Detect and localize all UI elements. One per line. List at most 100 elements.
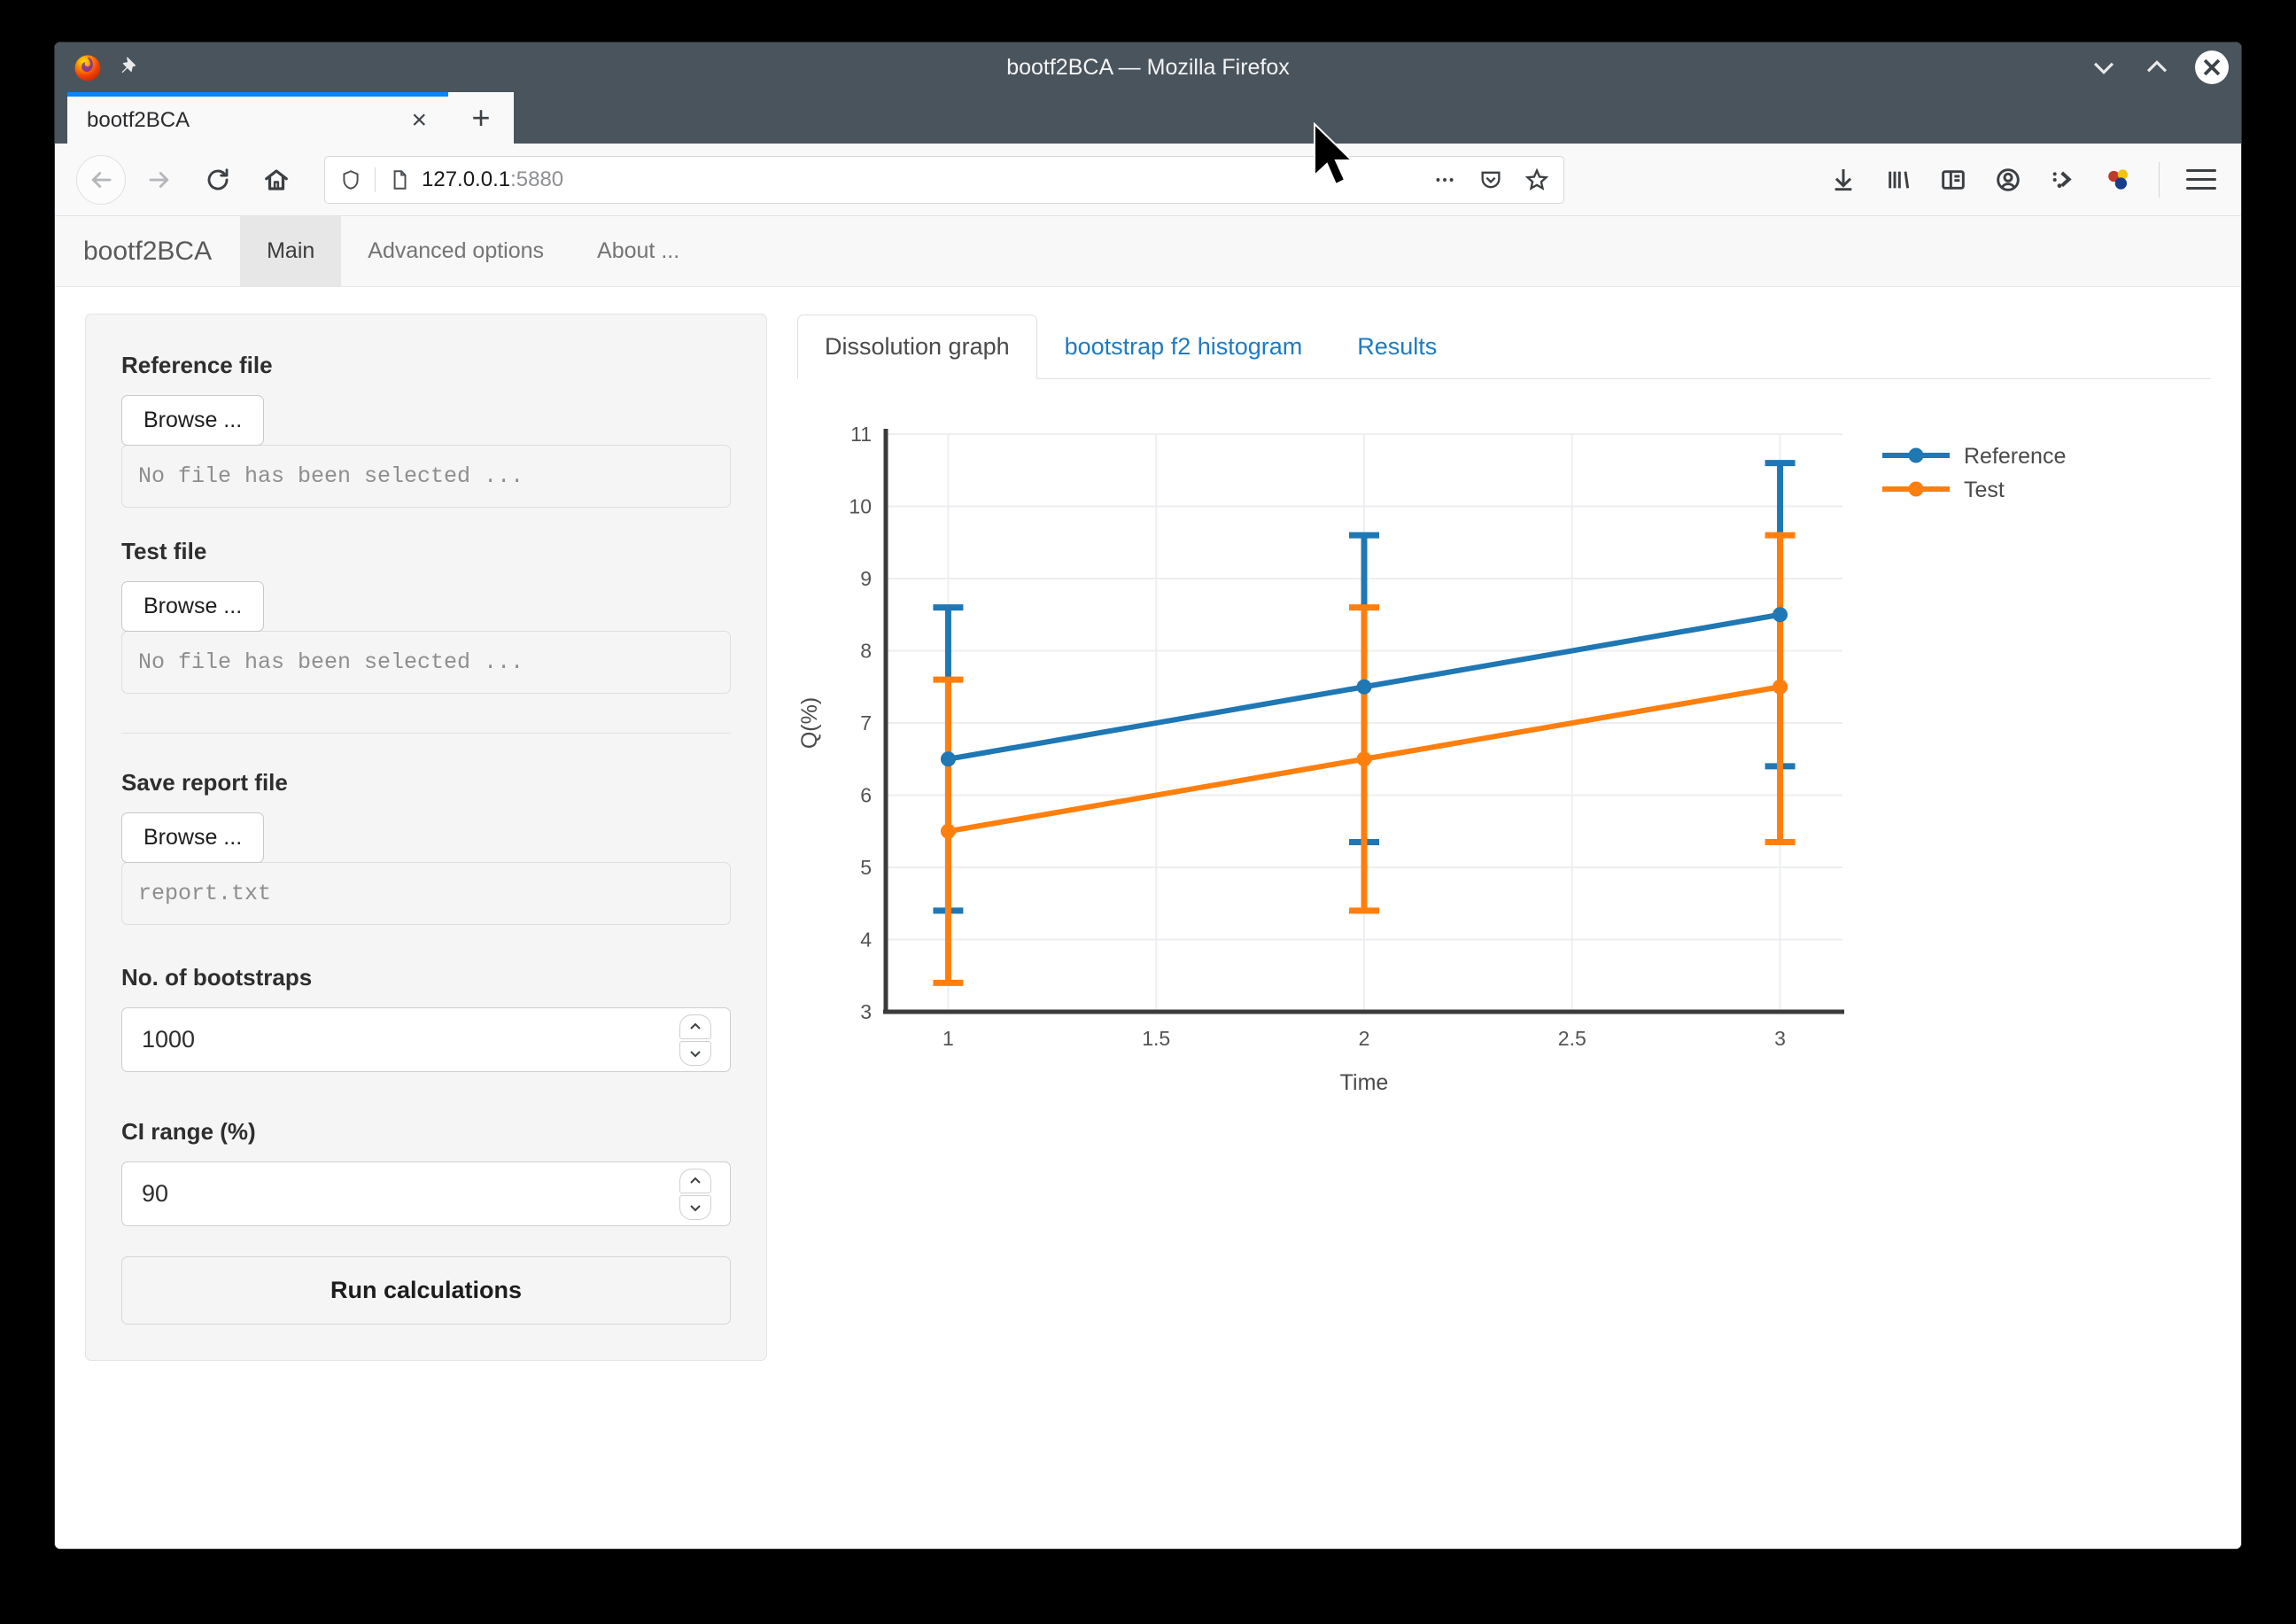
legend-marker-reference bbox=[1908, 447, 1924, 463]
tab-dissolution-graph[interactable]: Dissolution graph bbox=[797, 315, 1037, 379]
series-marker-reference bbox=[1772, 607, 1788, 623]
page-viewport: bootf2BCA Main Advanced options About ..… bbox=[55, 216, 2241, 1549]
pin-icon[interactable] bbox=[119, 56, 142, 79]
ci-range-stepper[interactable] bbox=[679, 1168, 711, 1220]
app-brand[interactable]: bootf2BCA bbox=[78, 216, 240, 286]
test-file-group: Test file Browse ... No file has been se… bbox=[121, 538, 731, 694]
url-bar[interactable]: 127.0.0.1:5880 bbox=[324, 155, 1564, 204]
browser-navbar: 127.0.0.1:5880 bbox=[55, 144, 2241, 216]
tab-results[interactable]: Results bbox=[1330, 315, 1464, 379]
reference-file-label: Reference file bbox=[121, 352, 273, 378]
tab-bootstrap-f2-histogram[interactable]: bootstrap f2 histogram bbox=[1037, 315, 1330, 379]
settings-panel: Reference file Browse ... No file has be… bbox=[85, 314, 767, 1361]
x-tick-label: 1.5 bbox=[1142, 1027, 1170, 1050]
bootstraps-input[interactable]: 1000 bbox=[121, 1007, 731, 1072]
minimize-icon[interactable] bbox=[2089, 52, 2119, 82]
tab-close-icon[interactable]: × bbox=[404, 106, 434, 134]
account-icon[interactable] bbox=[1994, 166, 2022, 194]
new-tab-button[interactable]: + bbox=[448, 92, 514, 144]
x-tick-label: 3 bbox=[1774, 1027, 1786, 1050]
y-tick-label: 7 bbox=[860, 711, 872, 734]
maximize-icon[interactable] bbox=[2142, 52, 2172, 82]
app-navbar: bootf2BCA Main Advanced options About ..… bbox=[55, 216, 2241, 287]
downloads-icon[interactable] bbox=[1829, 166, 1858, 194]
urlbar-actions bbox=[1431, 166, 1551, 194]
report-browse-button[interactable]: Browse ... bbox=[121, 812, 265, 863]
sidebar-icon[interactable] bbox=[1939, 166, 1967, 194]
ci-range-field-wrap: 90 bbox=[121, 1162, 731, 1226]
y-axis-title: Q(%) bbox=[797, 697, 822, 749]
ci-range-stepper-up[interactable] bbox=[679, 1168, 711, 1193]
y-tick-label: 10 bbox=[849, 495, 872, 518]
bootstraps-group: No. of bootstraps 1000 bbox=[121, 964, 731, 1072]
forward-icon[interactable] bbox=[135, 155, 184, 205]
y-tick-label: 6 bbox=[860, 784, 872, 807]
bookmark-star-icon[interactable] bbox=[1523, 166, 1551, 194]
bootstraps-field-wrap: 1000 bbox=[121, 1007, 731, 1072]
test-file-label: Test file bbox=[121, 538, 207, 564]
url-text: 127.0.0.1:5880 bbox=[422, 167, 563, 192]
bootstraps-stepper-down[interactable] bbox=[679, 1040, 711, 1066]
bootstraps-label: No. of bootstraps bbox=[121, 964, 313, 991]
run-calculations-button[interactable]: Run calculations bbox=[121, 1256, 731, 1325]
test-file-value: No file has been selected ... bbox=[121, 631, 731, 694]
legend-label-reference: Reference bbox=[1964, 444, 2066, 469]
browser-tabstrip: bootf2BCA × + bbox=[55, 92, 2241, 144]
home-icon[interactable] bbox=[252, 155, 301, 205]
section-divider bbox=[121, 733, 731, 734]
reference-file-value: No file has been selected ... bbox=[121, 445, 731, 508]
report-file-value: report.txt bbox=[121, 862, 731, 925]
browser-tab[interactable]: bootf2BCA × bbox=[67, 92, 448, 144]
library-icon[interactable] bbox=[1884, 166, 1912, 194]
reload-icon[interactable] bbox=[193, 155, 243, 205]
page-actions-icon[interactable] bbox=[1431, 166, 1459, 194]
bootstraps-stepper-up[interactable] bbox=[679, 1014, 711, 1039]
series-marker-test bbox=[1356, 751, 1372, 767]
url-host: 127.0.0.1 bbox=[422, 167, 511, 191]
legend-marker-test bbox=[1908, 481, 1924, 497]
dissolution-plot-svg: 345678910111 1.5 2 2.5 3TimeQ(%)ReferenceTes… bbox=[797, 423, 2066, 1095]
appnav-item-about[interactable]: About ... bbox=[570, 216, 706, 286]
reference-file-group: Reference file Browse ... No file has be… bbox=[121, 352, 731, 508]
pocket-icon[interactable] bbox=[1477, 166, 1505, 194]
bootstraps-stepper[interactable] bbox=[679, 1014, 711, 1066]
series-marker-test bbox=[940, 823, 956, 839]
reference-browse-button[interactable]: Browse ... bbox=[121, 395, 265, 446]
ci-range-group: CI range (%) 90 bbox=[121, 1118, 731, 1226]
legend-label-test: Test bbox=[1964, 478, 2005, 502]
appnav-item-advanced-options[interactable]: Advanced options bbox=[341, 216, 570, 286]
menu-icon[interactable] bbox=[2186, 169, 2216, 190]
browser-toolbar-right bbox=[1829, 161, 2220, 198]
devtools-icon[interactable] bbox=[2049, 166, 2077, 194]
browser-tab-title: bootf2BCA bbox=[87, 107, 190, 132]
toolbar-divider bbox=[2159, 161, 2160, 198]
dissolution-chart: 3 4 5 6 7 8 9 10 11 1 1.5 2 2.5 3 Time Q(%) Reference Tes… bbox=[797, 379, 2211, 1109]
report-file-label: Save report file bbox=[121, 769, 288, 796]
content-tabs: Dissolution graph bootstrap f2 histogram… bbox=[797, 314, 2211, 379]
page-icon bbox=[386, 167, 413, 193]
ci-range-stepper-down[interactable] bbox=[679, 1194, 711, 1220]
x-tick-label: 2 bbox=[1359, 1027, 1370, 1050]
ci-range-input[interactable]: 90 bbox=[121, 1162, 731, 1226]
urlbar-divider bbox=[375, 167, 376, 192]
series-marker-reference bbox=[1356, 679, 1372, 695]
y-tick-label: 11 bbox=[850, 423, 872, 446]
appnav-item-main[interactable]: Main bbox=[240, 216, 342, 286]
x-axis-title: Time bbox=[1340, 1070, 1389, 1095]
url-port: :5880 bbox=[510, 167, 564, 191]
window-controls bbox=[2089, 51, 2229, 84]
x-tick-label: 2.5 bbox=[1558, 1027, 1586, 1050]
back-icon[interactable] bbox=[76, 154, 126, 205]
series-marker-reference bbox=[940, 751, 956, 767]
y-tick-label: 8 bbox=[860, 640, 872, 663]
y-tick-label: 9 bbox=[860, 567, 872, 590]
x-tick-label: 1 bbox=[942, 1027, 954, 1050]
y-tick-label: 5 bbox=[860, 856, 872, 879]
browser-window: bootf2BCA — Mozilla Firefox bootf2BCA × … bbox=[55, 43, 2241, 1549]
close-icon[interactable] bbox=[2195, 51, 2229, 84]
test-browse-button[interactable]: Browse ... bbox=[121, 581, 265, 632]
shield-icon[interactable] bbox=[337, 167, 364, 193]
page-content: Reference file Browse ... No file has be… bbox=[55, 287, 2241, 1387]
containers-icon[interactable] bbox=[2104, 166, 2132, 194]
y-tick-label: 4 bbox=[860, 929, 872, 952]
